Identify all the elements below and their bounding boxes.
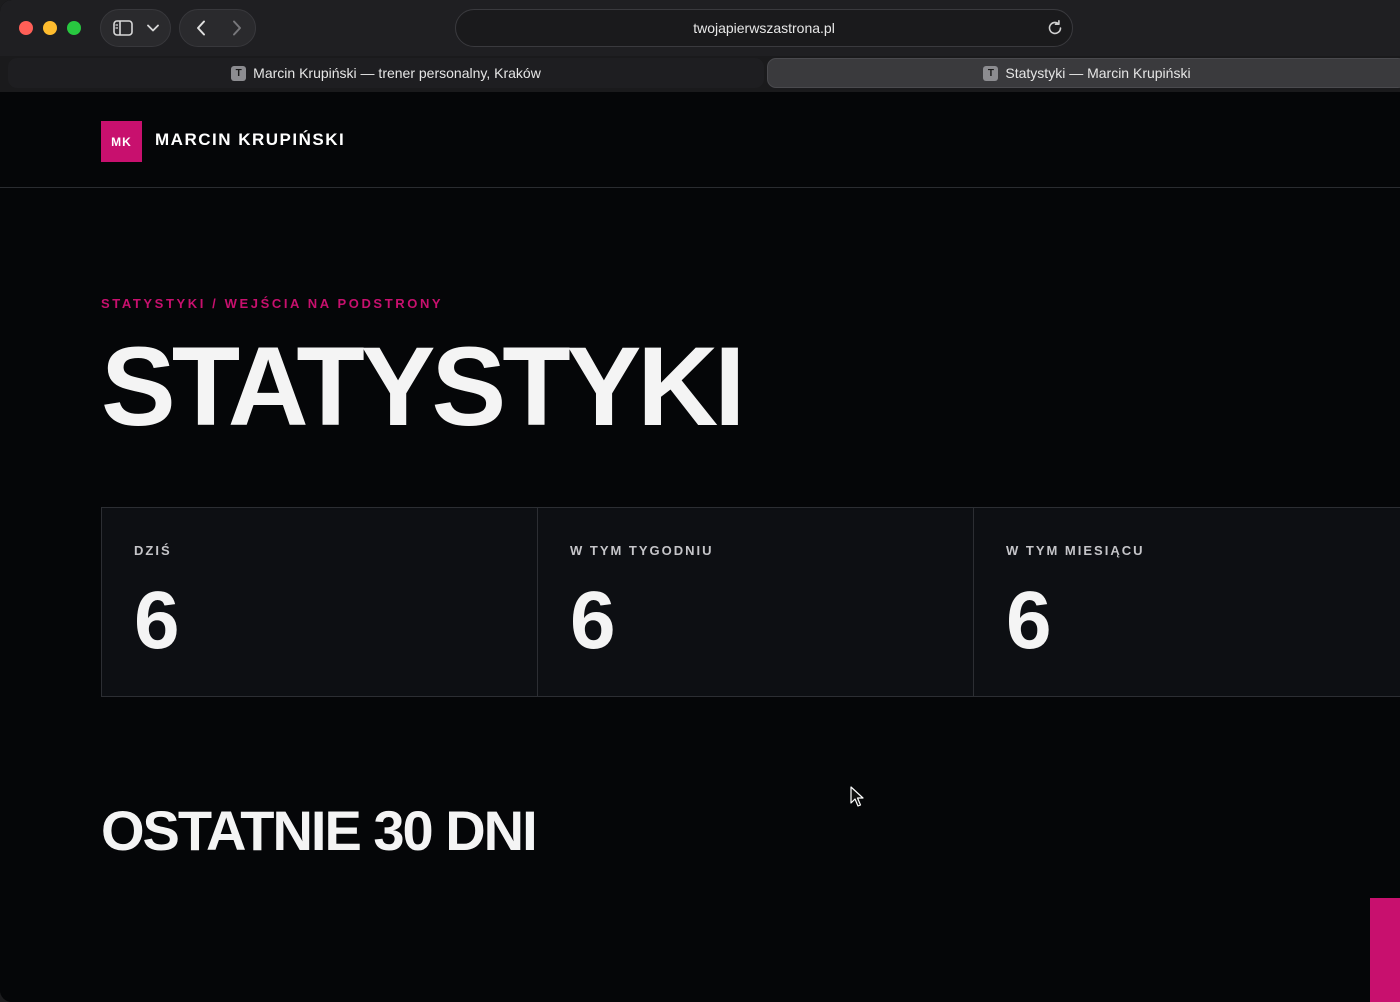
logo[interactable]: MK (101, 121, 142, 162)
browser-window: twojapierwszastrona.pl T Marcin Krupińsk… (0, 0, 1400, 1002)
section-title: OSTATNIE 30 DNI (101, 799, 538, 862)
back-button[interactable] (186, 10, 216, 46)
stat-value: 6 (1006, 575, 1052, 666)
reload-icon[interactable] (1046, 19, 1064, 37)
tab-label: Statystyki — Marcin Krupiński (1005, 65, 1191, 81)
stat-label: W TYM MIESIĄCU (1006, 543, 1145, 558)
chevron-right-icon (233, 20, 241, 36)
sidebar-toggle-button[interactable] (109, 10, 137, 46)
mouse-cursor-icon (850, 786, 864, 807)
forward-button[interactable] (222, 10, 252, 46)
stat-card-month: W TYM MIESIĄCU 6 (974, 508, 1400, 696)
page-content: MK MARCIN KRUPIŃSKI STATYSTYKI / WEJŚCIA… (0, 92, 1400, 1002)
site-name[interactable]: MARCIN KRUPIŃSKI (155, 130, 345, 150)
stats-panel: DZIŚ 6 W TYM TYGODNIU 6 W TYM MIESIĄCU 6 (101, 507, 1400, 697)
address-bar[interactable]: twojapierwszastrona.pl (455, 9, 1073, 47)
stat-card-week: W TYM TYGODNIU 6 (538, 508, 974, 696)
favicon-icon: T (231, 65, 247, 81)
title-bar: twojapierwszastrona.pl (0, 0, 1400, 56)
stat-card-today: DZIŚ 6 (102, 508, 538, 696)
tab-groups-dropdown-button[interactable] (143, 10, 163, 46)
url-text: twojapierwszastrona.pl (693, 20, 835, 36)
chevron-left-icon (197, 20, 205, 36)
tab-bar: T Marcin Krupiński — trener personalny, … (0, 56, 1400, 92)
tab-label: Marcin Krupiński — trener personalny, Kr… (253, 65, 541, 81)
tab-statistics[interactable]: T Statystyki — Marcin Krupiński (767, 58, 1400, 88)
minimize-window-button[interactable] (43, 21, 57, 35)
stat-label: DZIŚ (134, 543, 172, 558)
zoom-window-button[interactable] (67, 21, 81, 35)
tab-home[interactable]: T Marcin Krupiński — trener personalny, … (8, 58, 764, 88)
sidebar-toggle-group (100, 9, 171, 47)
stat-value: 6 (570, 575, 616, 666)
stat-value: 6 (134, 575, 180, 666)
scroll-to-top-button[interactable] (1370, 898, 1400, 1002)
navigation-group (179, 9, 256, 47)
stat-label: W TYM TYGODNIU (570, 543, 714, 558)
chevron-down-icon (147, 24, 159, 32)
site-header: MK MARCIN KRUPIŃSKI (0, 92, 1400, 188)
sidebar-icon (113, 20, 133, 36)
favicon-icon: T (983, 65, 999, 81)
breadcrumb: STATYSTYKI / WEJŚCIA NA PODSTRONY (101, 296, 444, 311)
close-window-button[interactable] (19, 21, 33, 35)
page-title: STATYSTYKI (101, 324, 745, 449)
